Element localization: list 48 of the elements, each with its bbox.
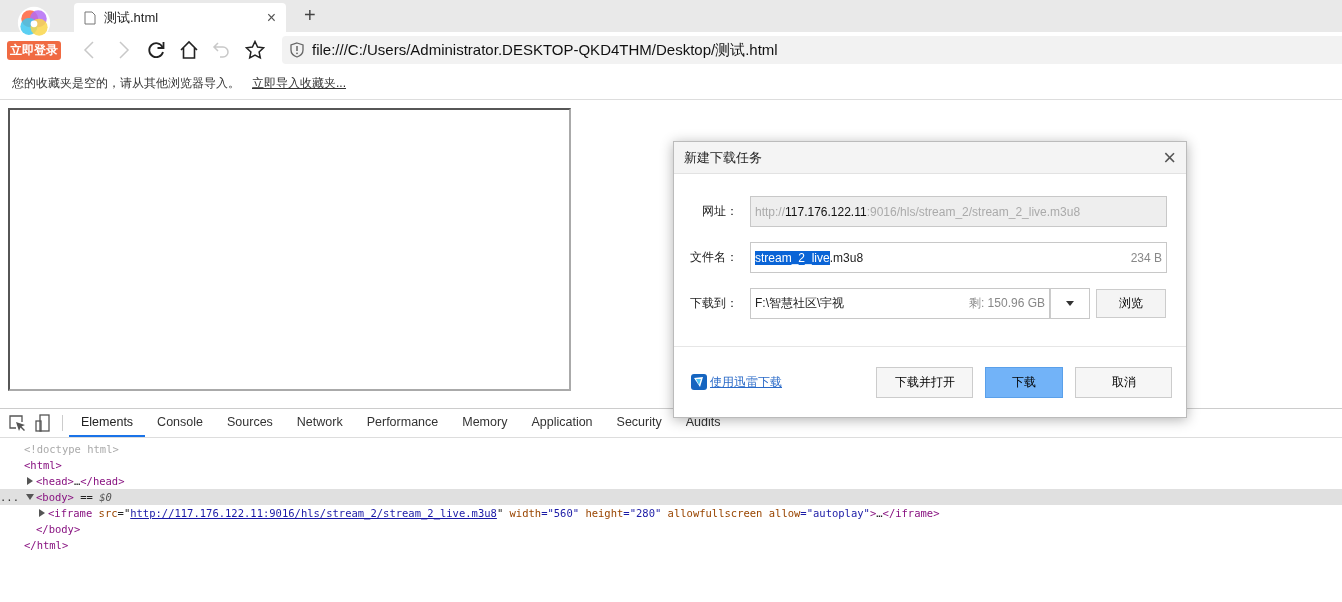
dialog-button[interactable]: 取消 [1075,366,1172,398]
dialog-button[interactable]: 下载并打开 [876,366,973,398]
dom-node-line[interactable]: </body> [36,523,81,535]
expand-triangle-icon[interactable] [26,477,34,485]
devtools-tab[interactable]: Memory [450,409,520,437]
field-label: 下载到： [689,295,739,312]
field-label: 文件名： [689,249,739,266]
bird-icon[interactable] [691,374,707,390]
dom-node-line[interactable]: <html> [24,459,62,471]
expand-triangle-icon[interactable] [26,493,34,501]
browse-button[interactable]: 浏览 [1096,289,1166,318]
close-tab-button[interactable]: × [266,8,276,27]
filename-field[interactable]: stream_2_live.m3u8 234 B [750,242,1167,273]
home-button[interactable] [179,40,199,60]
empty-bookmarks-message: 您的收藏夹是空的，请从其他浏览器导入。 [12,75,240,92]
devtools-tab[interactable]: Application [519,409,605,437]
bookmark-star-button[interactable] [245,40,265,60]
dom-node-line[interactable]: <head>…</head> [36,475,125,487]
shield-icon [290,42,304,58]
dom-node-line[interactable]: <body> == $0 [36,491,112,503]
new-tab-button[interactable]: + [304,4,316,27]
gutter-ellipsis[interactable]: ... [0,491,19,503]
inspect-element-icon[interactable] [8,414,26,432]
thunder-download-link[interactable]: 使用迅雷下载 [710,373,782,391]
browser-tab[interactable]: 测试.html × [74,3,286,32]
devtools-tab[interactable]: Console [145,409,215,437]
file-size: 234 B [1130,250,1162,265]
dom-node-line[interactable]: </html> [24,539,69,551]
save-path-field[interactable]: F:\智慧社区\宇视 剩: 150.96 GB [750,288,1050,319]
dom-node-line[interactable]: <iframe src="http://117.176.122.11:9016/hls/stream_2/stream_2_live.m3u8" width="560" height="280" allowfullscreen allow="autoplay">…</iframe> [48,507,940,519]
expand-triangle-icon[interactable] [38,509,46,517]
reload-button[interactable] [146,40,166,60]
tab-title: 测试.html [104,8,160,27]
page-icon [84,10,96,25]
caret-icon [1066,301,1074,306]
field-label: 网址： [701,203,739,220]
address-bar[interactable]: file:///C:/Users/Administrator.DESKTOP-QKD4THM/Desktop/测试.html [282,36,1342,64]
free-space: 剩: 150.96 GB [968,295,1045,312]
devtools-tab[interactable]: Network [284,409,355,437]
device-toolbar-icon[interactable] [34,414,52,432]
import-bookmarks-link[interactable]: 立即导入收藏夹... [252,75,346,92]
devtools-tab[interactable]: Sources [215,409,285,437]
dialog-title: 新建下载任务 [684,148,762,167]
devtools-tab[interactable]: Performance [354,409,451,437]
close-button[interactable]: × [1163,144,1176,171]
devtools-tab[interactable]: Security [604,409,674,437]
devtools-tab[interactable]: Elements [69,409,146,437]
download-button[interactable]: 下载 [985,366,1063,398]
